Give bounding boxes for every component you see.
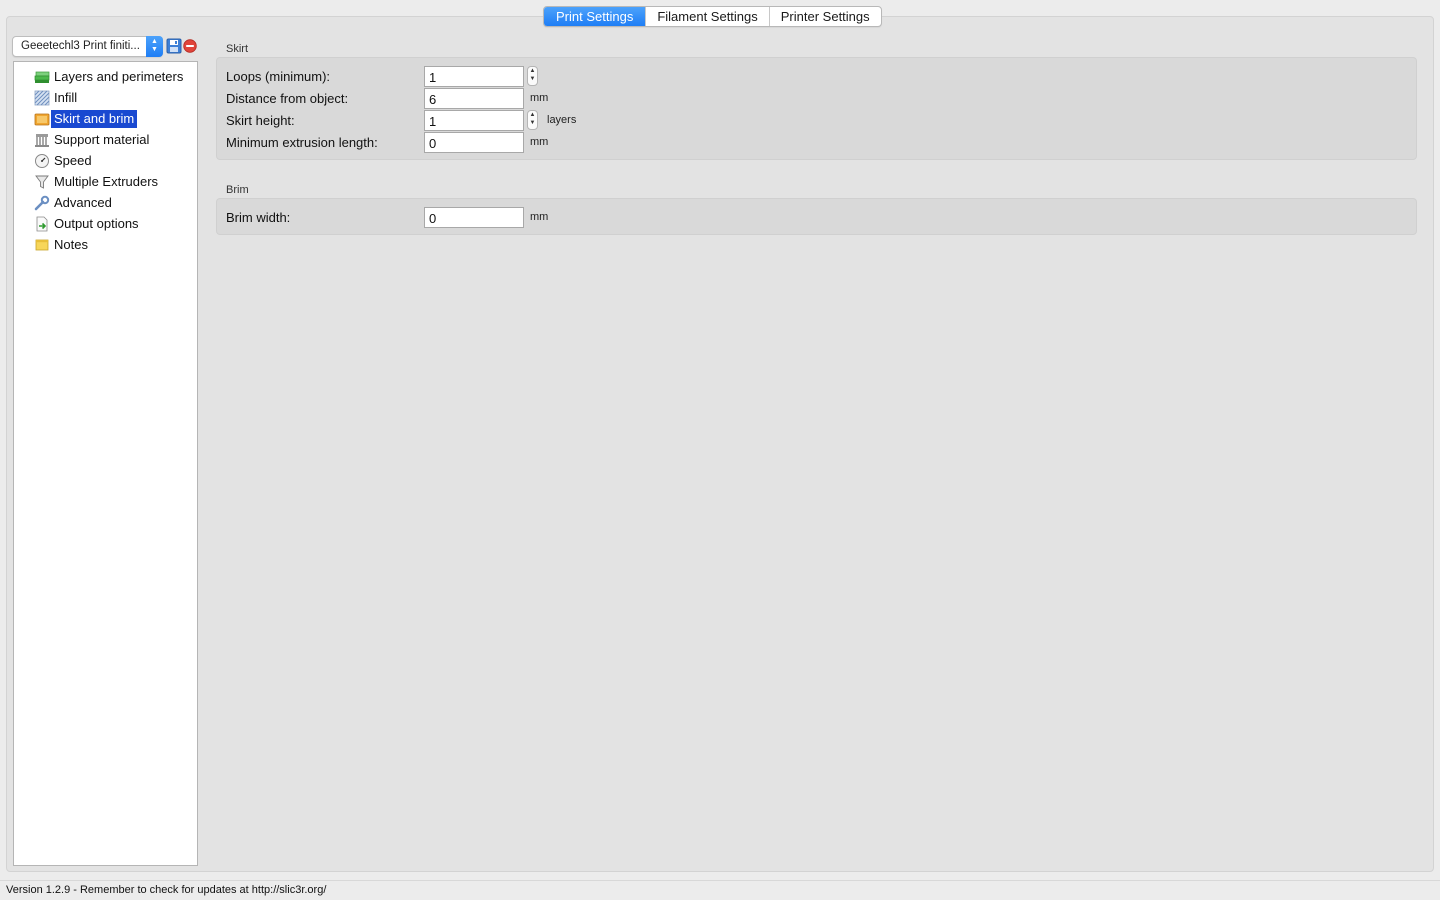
brim-width-input[interactable]: 0 [424, 207, 524, 228]
distance-label: Distance from object: [226, 91, 349, 106]
tree-item-label: Notes [54, 237, 88, 252]
min-extrusion-unit: mm [530, 136, 549, 148]
skirt-height-input[interactable]: 1 [424, 110, 524, 131]
skirt-options-group [216, 57, 1417, 160]
loops-label: Loops (minimum): [226, 69, 331, 84]
delete-icon[interactable] [183, 39, 197, 53]
support-icon [35, 134, 49, 147]
output-icon [36, 216, 48, 232]
tab-filament-settings[interactable]: Filament Settings [645, 7, 768, 26]
skirt-icon [34, 113, 50, 126]
section-title-skirt: Skirt [226, 43, 248, 55]
tab-printer-settings[interactable]: Printer Settings [768, 7, 881, 26]
tree-item-label: Output options [54, 216, 139, 231]
settings-category-tree: Layers and perimeters Infill Skirt and b… [13, 61, 198, 866]
min-extrusion-input[interactable]: 0 [424, 132, 524, 153]
preset-selected-value: Geeetechl3 Print finiti... [21, 40, 140, 52]
wrench-icon [34, 195, 50, 211]
tree-item-label: Skirt and brim [51, 110, 138, 128]
infill-icon [34, 90, 50, 106]
tree-item-label: Layers and perimeters [54, 69, 184, 84]
loops-stepper[interactable]: ▲ ▼ [527, 66, 538, 86]
skirt-height-unit: layers [547, 114, 577, 126]
tree-item-label: Speed [54, 153, 92, 168]
tree-item-label: Advanced [54, 195, 112, 210]
tree-item-label: Infill [54, 90, 78, 105]
brim-width-label: Brim width: [226, 210, 291, 225]
notes-icon [35, 239, 49, 251]
tree-item-label: Multiple Extruders [54, 174, 159, 189]
status-text: Version 1.2.9 - Remember to check for up… [6, 884, 327, 896]
brim-width-unit: mm [530, 211, 549, 223]
skirt-height-stepper[interactable]: ▲ ▼ [527, 110, 538, 130]
settings-tabs: Print Settings Filament Settings Printer… [543, 6, 882, 27]
save-icon[interactable] [166, 38, 182, 54]
skirt-height-label: Skirt height: [226, 113, 295, 128]
speed-icon [35, 154, 49, 168]
chevron-up-down-icon: ▲ ▼ [146, 36, 163, 57]
status-bar: Version 1.2.9 - Remember to check for up… [0, 880, 1440, 900]
distance-unit: mm [530, 92, 549, 104]
layers-icon [34, 71, 50, 83]
min-extrusion-label: Minimum extrusion length: [226, 135, 378, 150]
brim-options-group [216, 198, 1417, 235]
preset-dropdown[interactable]: Geeetechl3 Print finiti... ▲ ▼ [12, 36, 163, 57]
distance-input[interactable]: 6 [424, 88, 524, 109]
funnel-icon [35, 175, 49, 189]
tab-print-settings[interactable]: Print Settings [544, 7, 646, 26]
loops-input[interactable]: 1 [424, 66, 524, 87]
section-title-brim: Brim [226, 184, 249, 196]
tree-item-label: Support material [54, 132, 150, 147]
